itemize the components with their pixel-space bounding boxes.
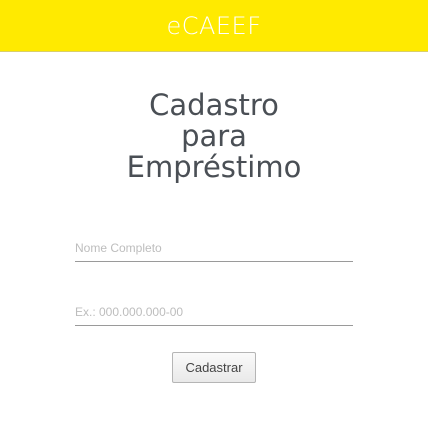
register-button[interactable]: Cadastrar xyxy=(172,352,256,383)
page: eCAEEF Cadastro para Empréstimo Cadastra… xyxy=(0,0,428,422)
app-header: eCAEEF xyxy=(0,0,428,52)
app-title: eCAEEF xyxy=(166,11,262,40)
full-name-input[interactable] xyxy=(75,234,353,262)
page-title-line-3: Empréstimo xyxy=(126,150,302,184)
page-title-line-1: Cadastro xyxy=(149,88,279,122)
cpf-input[interactable] xyxy=(75,298,353,326)
page-title-line-2: para xyxy=(181,119,247,153)
page-title: Cadastro para Empréstimo xyxy=(0,90,428,183)
